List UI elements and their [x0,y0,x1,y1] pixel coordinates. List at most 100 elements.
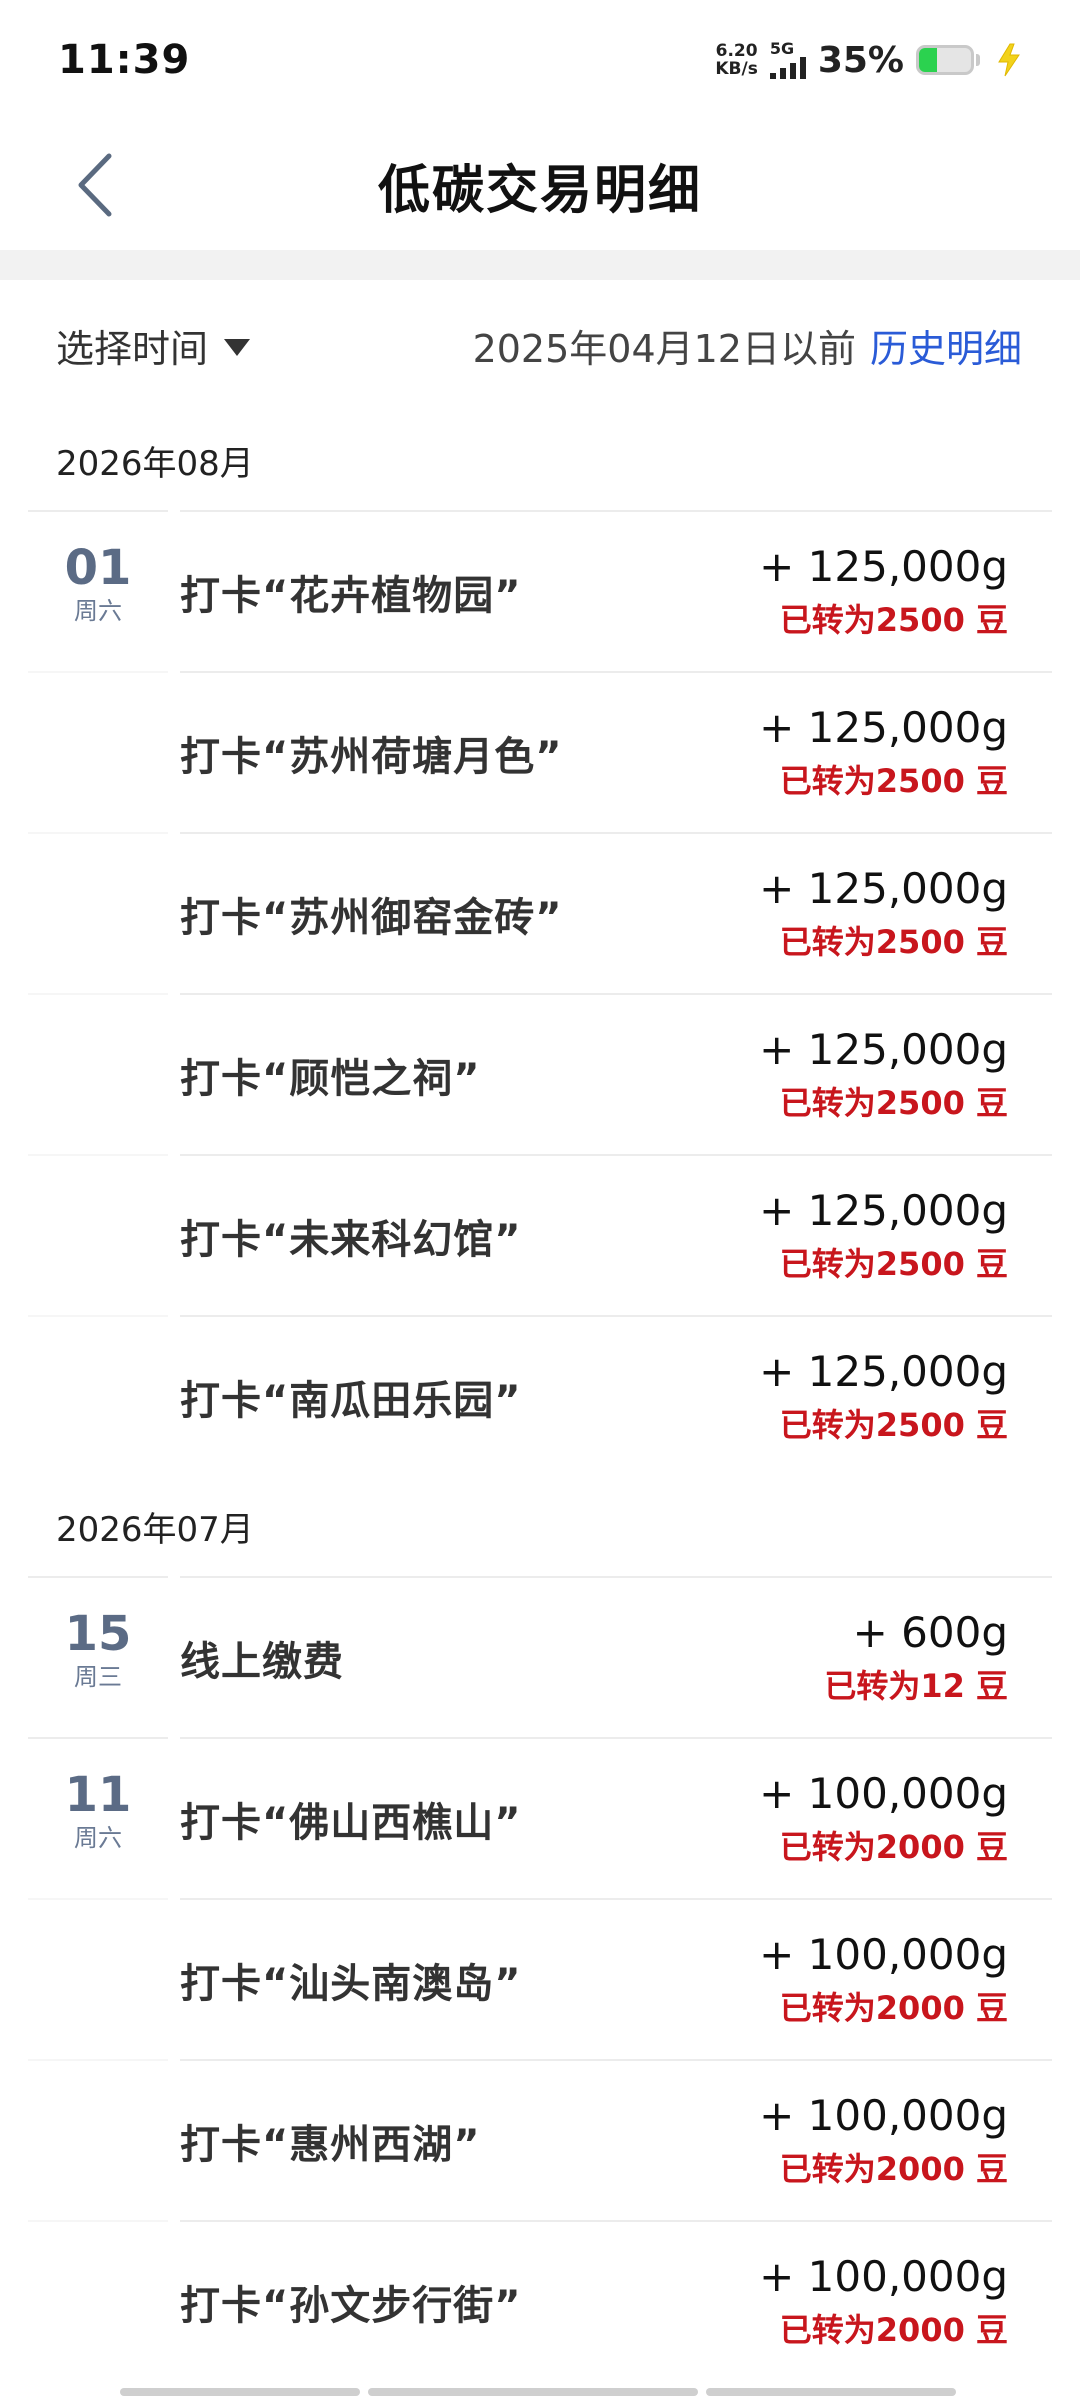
network-speed: 6.20 KB/s [715,42,757,78]
transaction-title: 打卡“惠州西湖” [180,2121,481,2168]
transaction-title: 打卡“南瓜田乐园” [180,1377,522,1424]
transaction-amounts: + 125,000g 已转为2500 豆 [759,1344,1008,1450]
transaction-row[interactable]: 打卡“孙文步行街” + 100,000g 已转为2000 豆 [0,2220,1080,2381]
date-column: 15 周三 [28,1576,168,1737]
carbon-amount: + 125,000g [759,702,1008,752]
transaction-content: 线上缴费 + 600g 已转为12 豆 [180,1576,1052,1737]
date-column [28,671,168,832]
transaction-row[interactable]: 01 周六 打卡“花卉植物园” + 125,000g 已转为2500 豆 [0,510,1080,671]
caret-down-icon [224,338,251,356]
network-type: 5G [769,39,795,58]
transaction-list: 2026年08月 01 周六 打卡“花卉植物园” + 125,000g 已转为2500 豆… [0,410,1080,2381]
transaction-row[interactable]: 打卡“苏州御窑金砖” + 125,000g 已转为2500 豆 [0,832,1080,993]
battery-level [919,48,938,72]
date-column [28,1154,168,1315]
transaction-amounts: + 125,000g 已转为2500 豆 [759,1183,1008,1289]
time-select-label: 选择时间 [56,326,209,371]
transaction-content: 打卡“苏州御窑金砖” + 125,000g 已转为2500 豆 [180,832,1052,993]
transaction-content: 打卡“顾恺之祠” + 125,000g 已转为2500 豆 [180,993,1052,1154]
transaction-title: 打卡“佛山西樵山” [180,1799,522,1846]
month-header: 2026年08月 [56,443,254,484]
transaction-content: 打卡“花卉植物园” + 125,000g 已转为2500 豆 [180,510,1052,671]
converted-beans: 已转为2000 豆 [779,2310,1008,2349]
carbon-amount: + 125,000g [759,541,1008,591]
transaction-row[interactable]: 11 周六 打卡“佛山西樵山” + 100,000g 已转为2000 豆 [0,1737,1080,1898]
charging-bolt-icon [998,43,1020,77]
transaction-row[interactable]: 打卡“未来科幻馆” + 125,000g 已转为2500 豆 [0,1154,1080,1315]
day-number: 15 [64,1606,132,1662]
page-header: 低碳交易明细 [0,120,1080,250]
page-title: 低碳交易明细 [377,160,702,221]
battery-icon [916,45,974,75]
transaction-row[interactable]: 打卡“顾恺之祠” + 125,000g 已转为2500 豆 [0,993,1080,1154]
filter-bar: 选择时间 2025年04月12日以前 历史明细 [0,290,1080,400]
date-column: 01 周六 [28,510,168,671]
transaction-row[interactable]: 打卡“苏州荷塘月色” + 125,000g 已转为2500 豆 [0,671,1080,832]
transaction-content: 打卡“未来科幻馆” + 125,000g 已转为2500 豆 [180,1154,1052,1315]
battery-percent: 35% [817,39,904,81]
transaction-content: 打卡“汕头南澳岛” + 100,000g 已转为2000 豆 [180,1898,1052,2059]
filter-right: 2025年04月12日以前 历史明细 [473,318,1022,373]
scroll-segment [368,2388,698,2396]
converted-beans: 已转为2000 豆 [779,1988,1008,2027]
status-time: 11:39 [58,37,191,83]
transaction-content: 打卡“南瓜田乐园” + 125,000g 已转为2500 豆 [180,1315,1052,1476]
transaction-row[interactable]: 打卡“汕头南澳岛” + 100,000g 已转为2000 豆 [0,1898,1080,2059]
transaction-title: 打卡“孙文步行街” [180,2282,522,2329]
transaction-title: 打卡“苏州荷塘月色” [180,733,563,780]
date-column [28,2059,168,2220]
transaction-row[interactable]: 打卡“惠州西湖” + 100,000g 已转为2000 豆 [0,2059,1080,2220]
month-header: 2026年07月 [56,1509,254,1550]
carbon-amount: + 100,000g [759,2090,1008,2140]
date-hint: 2025年04月12日以前 [472,326,856,371]
scroll-segment [120,2388,360,2396]
converted-beans: 已转为2500 豆 [779,1244,1008,1283]
transaction-amounts: + 100,000g 已转为2000 豆 [759,2088,1008,2194]
carbon-amount: + 600g [852,1607,1008,1657]
converted-beans: 已转为2000 豆 [779,1827,1008,1866]
battery-nub [976,54,980,66]
transaction-row[interactable]: 15 周三 线上缴费 + 600g 已转为12 豆 [0,1576,1080,1737]
transaction-row[interactable]: 打卡“南瓜田乐园” + 125,000g 已转为2500 豆 [0,1315,1080,1476]
day-number: 11 [64,1767,132,1823]
carbon-amount: + 125,000g [759,1024,1008,1074]
signal-bars [769,57,806,79]
converted-beans: 已转为2500 豆 [779,761,1008,800]
scroll-indicator [120,2388,960,2396]
carbon-amount: + 100,000g [759,1929,1008,1979]
weekday-label: 周六 [74,597,122,625]
date-column [28,1315,168,1476]
converted-beans: 已转为2000 豆 [779,2149,1008,2188]
time-select-dropdown[interactable]: 选择时间 [56,318,251,373]
transaction-title: 打卡“汕头南澳岛” [180,1960,522,2007]
day-number: 01 [64,540,132,596]
transaction-amounts: + 125,000g 已转为2500 豆 [759,1022,1008,1128]
converted-beans: 已转为2500 豆 [779,600,1008,639]
date-column [28,1898,168,2059]
transaction-content: 打卡“佛山西樵山” + 100,000g 已转为2000 豆 [180,1737,1052,1898]
status-indicators: 6.20 KB/s 5G 35% [715,40,1022,81]
transaction-amounts: + 125,000g 已转为2500 豆 [759,539,1008,645]
transaction-content: 打卡“惠州西湖” + 100,000g 已转为2000 豆 [180,2059,1052,2220]
network-speed-unit: KB/s [715,59,758,79]
transaction-amounts: + 100,000g 已转为2000 豆 [759,1927,1008,2033]
transaction-amounts: + 600g 已转为12 豆 [824,1605,1008,1711]
converted-beans: 已转为2500 豆 [779,1405,1008,1444]
transaction-amounts: + 125,000g 已转为2500 豆 [759,861,1008,967]
transaction-amounts: + 100,000g 已转为2000 豆 [759,1766,1008,1872]
network-speed-value: 6.20 [715,41,758,61]
carbon-amount: + 125,000g [759,1185,1008,1235]
transaction-title: 打卡“未来科幻馆” [180,1216,522,1263]
back-button[interactable] [60,150,130,220]
header-divider [0,250,1080,280]
scroll-segment [706,2388,956,2396]
date-column [28,2220,168,2381]
weekday-label: 周六 [74,1824,122,1852]
date-column: 11 周六 [28,1737,168,1898]
history-detail-link[interactable]: 历史明细 [870,318,1022,373]
converted-beans: 已转为2500 豆 [779,1083,1008,1122]
date-column [28,832,168,993]
status-bar: 11:39 6.20 KB/s 5G 35% [0,0,1080,120]
carbon-amount: + 100,000g [759,2251,1008,2301]
transaction-amounts: + 125,000g 已转为2500 豆 [759,700,1008,806]
